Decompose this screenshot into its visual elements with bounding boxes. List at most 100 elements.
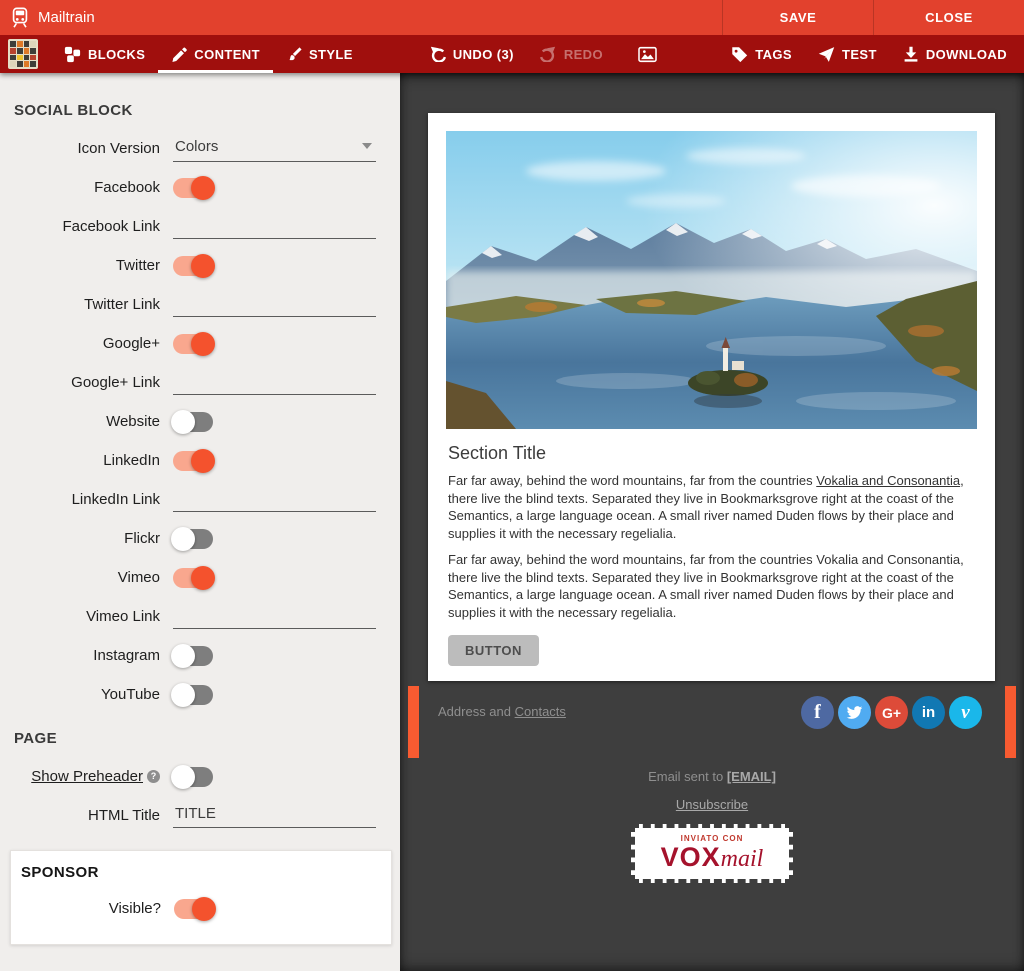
twitter-toggle[interactable] [173,256,213,276]
toggle-knob [171,765,195,789]
twitter-bird-icon [845,704,864,721]
vimeo-link-row: Vimeo Link [0,597,400,636]
html-title-row: HTML Title [0,796,400,835]
show-preheader-link[interactable]: Show Preheader [31,768,143,785]
icon-version-row: Icon Version Colors [0,129,400,168]
facebook-label: Facebook [0,179,160,196]
youtube-row: YouTube [0,675,400,714]
pencil-icon [171,46,187,62]
email-placeholder-link[interactable]: [EMAIL] [727,769,776,784]
paragraph-2[interactable]: Far far away, behind the word mountains,… [448,551,975,621]
download-icon [903,46,919,62]
show-preheader-row: Show Preheader? [0,757,400,796]
tab-blocks-label: BLOCKS [88,47,145,62]
twitter-link-input[interactable] [173,292,376,317]
flickr-label: Flickr [0,530,160,547]
topbar: Mailtrain SAVE CLOSE [0,0,1024,35]
social-block-heading: SOCIAL BLOCK [0,102,400,119]
html-title-input[interactable] [173,803,376,828]
undo-icon [429,46,446,62]
toggle-knob [191,332,215,356]
facebook-link-row: Facebook Link [0,207,400,246]
paragraph-1[interactable]: Far far away, behind the word mountains,… [448,472,975,542]
app-title: Mailtrain [38,9,95,26]
tab-blocks[interactable]: BLOCKS [51,35,158,73]
instagram-label: Instagram [0,647,160,664]
page-heading: PAGE [0,730,400,747]
brush-icon [286,46,302,62]
toolbar-right-group: TAGS TEST DOWNLOAD [718,35,1024,73]
tags-label: TAGS [755,47,792,62]
download-button[interactable]: DOWNLOAD [890,35,1020,73]
contacts-link[interactable]: Contacts [515,704,566,719]
linkedin-link-input[interactable] [173,487,376,512]
icon-version-select[interactable]: Colors [173,136,376,162]
website-row: Website [0,402,400,441]
gallery-button[interactable] [625,35,670,73]
vox-logo-bold: VOX [661,842,721,872]
googleplus-link-label: Google+ Link [0,374,160,391]
googleplus-toggle[interactable] [173,334,213,354]
toggle-knob [191,254,215,278]
editor-toolbar: BLOCKS CONTENT STYLE [0,35,1024,73]
website-label: Website [0,413,160,430]
paper-plane-icon [818,46,835,63]
footer-address[interactable]: Address and Contacts [438,704,566,719]
linkedin-icon[interactable]: in [912,696,945,729]
twitter-row: Twitter [0,246,400,285]
tab-style[interactable]: STYLE [273,35,366,73]
mosaico-logo-icon [8,39,38,69]
voxmail-stamp[interactable]: INVIATO CON VOXmail [631,824,793,883]
image-icon [638,46,657,63]
redo-button[interactable]: REDO [527,35,616,73]
facebook-link-input[interactable] [173,214,376,239]
linkedin-toggle[interactable] [173,451,213,471]
toggle-knob [191,176,215,200]
flickr-toggle[interactable] [173,529,213,549]
vokalia-link[interactable]: Vokalia and Consonantia [816,473,960,488]
tab-content[interactable]: CONTENT [158,35,273,73]
googleplus-row: Google+ [0,324,400,363]
section-title[interactable]: Section Title [448,443,975,464]
tags-button[interactable]: TAGS [718,35,805,73]
editor-tabs: BLOCKS CONTENT STYLE [51,35,366,73]
google-plus-icon[interactable]: G+ [875,696,908,729]
sponsor-visible-label: Visible? [11,900,161,917]
redo-label: REDO [564,47,603,62]
email-cta-button[interactable]: BUTTON [448,635,539,666]
website-toggle[interactable] [173,412,213,432]
twitter-icon[interactable] [838,696,871,729]
undo-button[interactable]: UNDO (3) [416,35,527,73]
toggle-knob [171,527,195,551]
instagram-toggle[interactable] [173,646,213,666]
toggle-knob [191,566,215,590]
email-content-block[interactable]: Section Title Far far away, behind the w… [428,113,995,681]
test-button[interactable]: TEST [805,35,890,73]
chevron-down-icon [362,143,372,149]
blocks-icon [64,46,81,63]
googleplus-link-input[interactable] [173,370,376,395]
email-preview-pane: Section Title Far far away, behind the w… [400,73,1024,971]
redo-icon [540,46,557,62]
vimeo-icon[interactable]: v [949,696,982,729]
close-button[interactable]: CLOSE [873,0,1024,35]
vimeo-link-input[interactable] [173,604,376,629]
sponsor-visible-toggle[interactable] [174,899,214,919]
facebook-toggle[interactable] [173,178,213,198]
mailtrain-editor: Mailtrain SAVE CLOSE BLOCKS [0,0,1024,971]
app-brand: Mailtrain [0,0,95,35]
vimeo-toggle[interactable] [173,568,213,588]
save-button[interactable]: SAVE [722,0,873,35]
show-preheader-toggle[interactable] [173,767,213,787]
topbar-actions: SAVE CLOSE [722,0,1024,35]
tab-content-label: CONTENT [194,47,260,62]
social-icons-row: f G+ in v [801,696,982,729]
test-label: TEST [842,47,877,62]
paragraph-1-text: Far far away, behind the word mountains,… [448,473,816,488]
help-icon[interactable]: ? [147,770,160,783]
unsubscribe-link[interactable]: Unsubscribe [676,797,748,812]
youtube-toggle[interactable] [173,685,213,705]
footer-block[interactable]: Address and Contacts f G+ in v [400,686,1024,760]
facebook-icon[interactable]: f [801,696,834,729]
hero-mountain-lake-image[interactable] [446,131,977,429]
